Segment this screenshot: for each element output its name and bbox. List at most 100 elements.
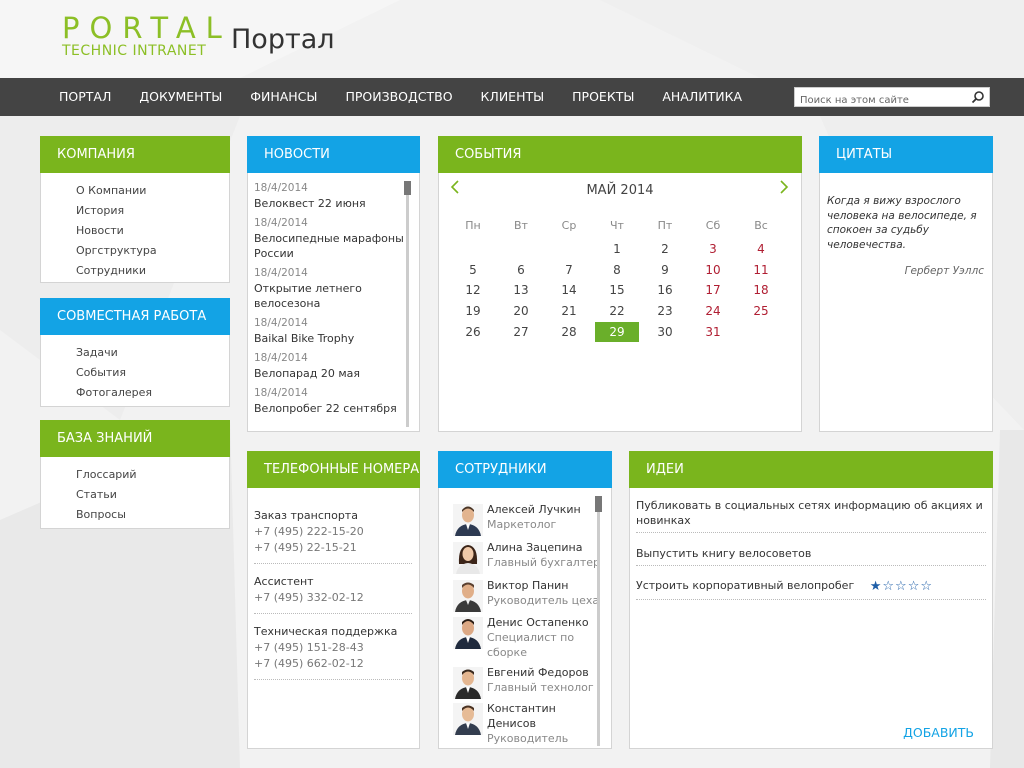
calendar-day[interactable]: 24 <box>689 301 737 322</box>
employee-name-text[interactable]: Евгений Федоров <box>487 665 607 680</box>
sidebar-item-news[interactable]: Новости <box>76 221 229 241</box>
phone-number[interactable]: +7 (495) 332-02-12 <box>254 590 412 606</box>
employee-position: Специалист по сборке <box>487 631 575 659</box>
nav-analytics[interactable]: АНАЛИТИКА <box>648 78 756 116</box>
nav-documents[interactable]: ДОКУМЕНТЫ <box>125 78 236 116</box>
employee-position: Главный технолог <box>487 681 594 694</box>
sidebar-item-articles[interactable]: Статьи <box>76 485 229 505</box>
star-empty-icon[interactable]: ☆ <box>920 579 933 594</box>
calendar-day[interactable]: 21 <box>545 301 593 322</box>
calendar-day[interactable]: 14 <box>545 280 593 301</box>
rating-stars[interactable]: ★☆☆☆☆ <box>870 579 933 594</box>
employee-name-text[interactable]: Денис Остапенко <box>487 615 607 630</box>
sidebar-item-staff[interactable]: Сотрудники <box>76 261 229 281</box>
phone-number[interactable]: +7 (495) 151-28-43 <box>254 640 412 656</box>
employee-name-text[interactable]: Константин Денисов <box>487 701 607 731</box>
calendar-day[interactable]: 10 <box>689 260 737 281</box>
news-scrollbar[interactable] <box>406 181 409 427</box>
calendar-day[interactable]: 20 <box>497 301 545 322</box>
calendar-month: МАЙ 2014 <box>586 183 654 198</box>
calendar-day[interactable]: 30 <box>641 321 689 342</box>
nav-portal[interactable]: ПОРТАЛ <box>45 78 125 116</box>
sidebar-item-about[interactable]: О Компании <box>76 181 229 201</box>
calendar-day[interactable]: 16 <box>641 280 689 301</box>
star-empty-icon[interactable]: ☆ <box>908 579 921 594</box>
sidebar-item-tasks[interactable]: Задачи <box>76 343 229 363</box>
calendar-day[interactable]: 31 <box>689 321 737 342</box>
calendar-day[interactable]: 28 <box>545 321 593 342</box>
calendar-day[interactable]: 12 <box>449 280 497 301</box>
calendar-day[interactable]: 4 <box>737 239 785 260</box>
news-title[interactable]: Велоквест 22 июня <box>254 196 404 211</box>
news-title[interactable]: Велосипедные марафоны России <box>254 231 404 261</box>
calendar-day[interactable] <box>449 239 497 260</box>
employee-name-text[interactable]: Виктор Панин <box>487 578 607 593</box>
employees-scrollbar[interactable] <box>597 496 600 746</box>
sidebar-item-org[interactable]: Оргструктура <box>76 241 229 261</box>
calendar-day[interactable] <box>545 239 593 260</box>
calendar-day[interactable]: 3 <box>689 239 737 260</box>
calendar-day[interactable]: 5 <box>449 260 497 281</box>
calendar-day[interactable] <box>737 321 785 342</box>
idea-item[interactable]: Публиковать в социальных сетях информаци… <box>636 498 986 533</box>
calendar-day[interactable]: 11 <box>737 260 785 281</box>
news-title[interactable]: Baikal Bike Trophy <box>254 331 404 346</box>
calendar-day[interactable]: 23 <box>641 301 689 322</box>
search-icon[interactable] <box>971 90 985 104</box>
calendar-day[interactable]: 15 <box>593 280 641 301</box>
calendar-day[interactable]: 26 <box>449 321 497 342</box>
employee-item[interactable]: Константин Денисов Руководитель <box>453 701 603 746</box>
employee-name-text[interactable]: Алина Зацепина <box>487 540 607 555</box>
add-idea-button[interactable]: ДОБАВИТЬ <box>903 725 974 740</box>
star-empty-icon[interactable]: ☆ <box>895 579 908 594</box>
idea-item[interactable]: Устроить корпоративный велопробег ★☆☆☆☆ <box>636 578 986 600</box>
news-title[interactable]: Велопробег 22 сентября <box>254 401 404 416</box>
phone-group-name: Техническая поддержка <box>254 625 398 638</box>
calendar-day[interactable]: 17 <box>689 280 737 301</box>
calendar-day[interactable]: 2 <box>641 239 689 260</box>
phone-number[interactable]: +7 (495) 662-02-12 <box>254 656 412 672</box>
phone-group-name: Заказ транспорта <box>254 509 358 522</box>
employees-scroll-thumb[interactable] <box>595 496 602 512</box>
logo[interactable]: PORTAL TECHNIC INTRANET <box>62 12 232 59</box>
calendar-day[interactable]: 18 <box>737 280 785 301</box>
calendar-day[interactable]: 27 <box>497 321 545 342</box>
calendar-day[interactable]: 22 <box>593 301 641 322</box>
calendar-day[interactable]: 1 <box>593 239 641 260</box>
idea-item[interactable]: Выпустить книгу велосоветов <box>636 546 986 566</box>
employee-item[interactable]: Евгений Федоров Главный технолог <box>453 665 603 703</box>
sidebar-item-questions[interactable]: Вопросы <box>76 505 229 525</box>
calendar-day[interactable]: 7 <box>545 260 593 281</box>
sidebar-item-gallery[interactable]: Фотогалерея <box>76 383 229 403</box>
news-scroll-thumb[interactable] <box>404 181 411 195</box>
employee-item[interactable]: Виктор Панин Руководитель цеха <box>453 578 603 616</box>
phone-number[interactable]: +7 (495) 222-15-20 <box>254 524 412 540</box>
nav-finance[interactable]: ФИНАНСЫ <box>236 78 331 116</box>
employee-position: Руководитель цеха <box>487 594 600 607</box>
sidebar-item-history[interactable]: История <box>76 201 229 221</box>
nav-clients[interactable]: КЛИЕНТЫ <box>467 78 559 116</box>
phone-number[interactable]: +7 (495) 22-15-21 <box>254 540 412 556</box>
employee-item[interactable]: Денис Остапенко Специалист по сборке <box>453 615 603 665</box>
employee-item[interactable]: Алексей Лучкин Маркетолог <box>453 502 603 540</box>
nav-projects[interactable]: ПРОЕКТЫ <box>558 78 648 116</box>
star-empty-icon[interactable]: ☆ <box>882 579 895 594</box>
sidebar-item-events[interactable]: События <box>76 363 229 383</box>
calendar-day[interactable]: 19 <box>449 301 497 322</box>
calendar-day[interactable]: 25 <box>737 301 785 322</box>
calendar-day[interactable]: 8 <box>593 260 641 281</box>
calendar-day[interactable]: 6 <box>497 260 545 281</box>
nav-production[interactable]: ПРОИЗВОДСТВО <box>331 78 466 116</box>
star-filled-icon[interactable]: ★ <box>870 579 883 594</box>
employee-name-text[interactable]: Алексей Лучкин <box>487 502 607 517</box>
calendar-day[interactable] <box>497 239 545 260</box>
employee-item[interactable]: Алина Зацепина Главный бухгалтер <box>453 540 603 578</box>
news-title[interactable]: Открытие летнего велосезона <box>254 281 404 311</box>
news-title[interactable]: Велопарад 20 мая <box>254 366 404 381</box>
calendar-day[interactable]: 9 <box>641 260 689 281</box>
calendar-day[interactable]: 13 <box>497 280 545 301</box>
calendar-today[interactable]: 29 <box>593 321 641 342</box>
search-input[interactable] <box>795 91 965 110</box>
calendar-next-icon[interactable] <box>777 178 791 196</box>
sidebar-item-glossary[interactable]: Глоссарий <box>76 465 229 485</box>
